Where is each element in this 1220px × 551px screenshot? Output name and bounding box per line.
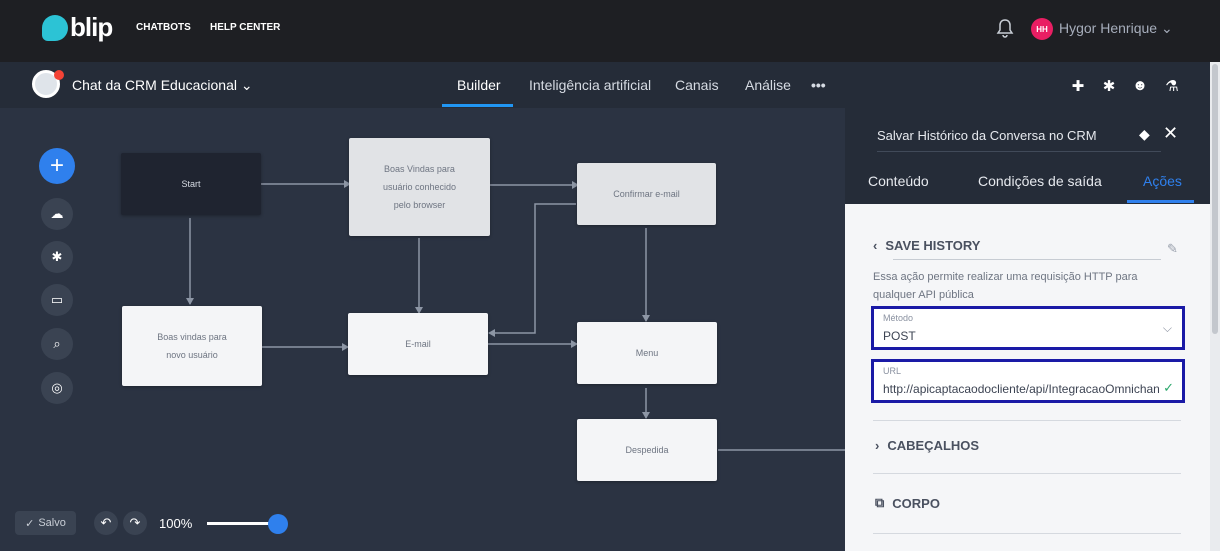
chevron-right-icon: › (875, 438, 880, 453)
saved-status: ✓ Salvo (15, 511, 76, 535)
zoom-label: 100% (159, 516, 193, 531)
undo-button[interactable]: ↶ (94, 511, 118, 535)
panel-header: Salvar Histórico da Conversa no CRM ◆ ✕ … (845, 108, 1210, 204)
tab-conteudo[interactable]: Conteúdo (868, 173, 929, 189)
save-history-header[interactable]: ‹ SAVE HISTORY (873, 238, 980, 253)
zoom-slider-handle[interactable] (268, 514, 288, 534)
top-bar: blip CHATBOTS HELP CENTER HH Hygor Henri… (0, 0, 1220, 62)
check-icon: ✓ (1163, 380, 1174, 395)
node-confirmar-email[interactable]: Confirmar e-mail (577, 163, 716, 225)
close-icon[interactable]: ✕ (1163, 123, 1178, 144)
panel-title[interactable]: Salvar Histórico da Conversa no CRM (877, 128, 1097, 143)
node-start[interactable]: Start (121, 153, 261, 215)
puzzle-icon[interactable]: ✚ (1069, 77, 1087, 95)
node-boas-vindas-novo[interactable]: Boas vindas para novo usuário (122, 306, 262, 386)
chevron-left-icon: ‹ (873, 238, 878, 253)
headers-section[interactable]: › CABEÇALHOS (875, 438, 979, 453)
search-icon[interactable]: ⌕ (41, 328, 73, 360)
method-select[interactable]: Método POST ⌵ (871, 306, 1185, 350)
zoom-slider-track[interactable] (207, 522, 277, 525)
nav-chatbots[interactable]: CHATBOTS (136, 22, 191, 33)
divider (873, 420, 1181, 421)
settings-icon[interactable]: ✱ (41, 241, 73, 273)
external-link-icon: ⧉ (875, 495, 885, 510)
url-field[interactable]: URL http://apicaptacaodocliente/api/Inte… (871, 359, 1185, 403)
nav-help-center[interactable]: HELP CENTER (210, 22, 280, 33)
chevron-down-icon: ⌵ (1162, 321, 1172, 335)
tab-analise[interactable]: Análise (745, 77, 791, 93)
pencil-icon[interactable]: ✎ (1167, 241, 1178, 257)
tab-inteligencia-artificial[interactable]: Inteligência artificial (529, 77, 651, 93)
panel-scrollbar-thumb[interactable] (1212, 64, 1218, 334)
tab-condicoes-de-saida[interactable]: Condições de saída (978, 173, 1102, 189)
user-avatar[interactable]: HH (1031, 18, 1053, 40)
tab-acoes[interactable]: Ações (1143, 173, 1182, 189)
node-despedida[interactable]: Despedida (577, 419, 717, 481)
book-icon[interactable]: ▭ (41, 284, 73, 316)
cloud-upload-icon[interactable]: ☁ (41, 198, 73, 230)
action-description: Essa ação permite realizar uma requisiçã… (873, 271, 1138, 301)
divider (873, 533, 1181, 534)
flask-icon[interactable]: ⚗ (1163, 77, 1181, 95)
tag-icon[interactable]: ◆ (1139, 126, 1150, 143)
node-boas-vindas-conhecido[interactable]: Boas Vindas para usuário conhecido pelo … (349, 138, 490, 236)
block-settings-panel: Salvar Histórico da Conversa no CRM ◆ ✕ … (845, 108, 1210, 551)
bot-bar: Chat da CRM Educacional ⌄ Builder Inteli… (0, 62, 1220, 108)
bot-selector[interactable]: Chat da CRM Educacional ⌄ (72, 77, 253, 94)
tab-builder[interactable]: Builder (457, 77, 501, 93)
divider (873, 473, 1181, 474)
flow-canvas[interactable]: + ☁ ✱ ▭ ⌕ ◎ Start Boas Vindas para usuár… (0, 108, 845, 551)
logo-bubble-icon (42, 14, 68, 41)
node-menu[interactable]: Menu (577, 322, 717, 384)
title-underline (877, 151, 1161, 152)
active-tab-indicator (442, 104, 513, 107)
check-circle-icon: ✓ (25, 517, 35, 530)
tracking-icon[interactable]: ◎ (41, 372, 73, 404)
blip-logo[interactable]: blip (42, 12, 113, 43)
gear-icon[interactable]: ✱ (1100, 77, 1118, 95)
user-menu[interactable]: Hygor Henrique ⌄ (1059, 20, 1173, 37)
active-panel-tab-indicator (1127, 200, 1194, 203)
redo-button[interactable]: ↷ (123, 511, 147, 535)
bell-icon[interactable] (996, 18, 1014, 38)
bot-status-dot (54, 70, 64, 80)
more-tabs-button[interactable]: ••• (811, 77, 826, 93)
body-section[interactable]: ⧉ CORPO (875, 495, 940, 511)
node-email[interactable]: E-mail (348, 313, 488, 375)
tab-canais[interactable]: Canais (675, 77, 719, 93)
section-divider (893, 259, 1161, 260)
users-icon[interactable]: ☻ (1131, 77, 1149, 95)
add-block-button[interactable]: + (39, 148, 75, 184)
